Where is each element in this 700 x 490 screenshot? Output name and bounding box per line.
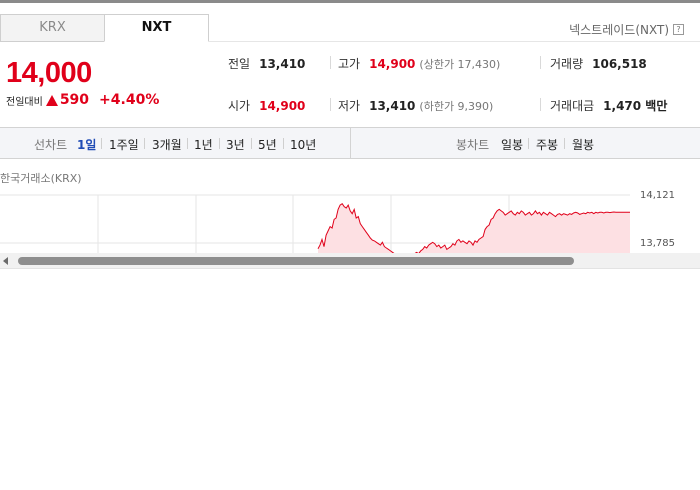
line-chart-label: 선차트 — [34, 138, 68, 152]
stat-volume: 거래량 106,518 — [550, 55, 647, 72]
divider — [330, 98, 331, 111]
y-tick-label: 13,785 — [640, 238, 675, 249]
divider — [540, 56, 541, 69]
up-triangle-icon — [45, 94, 58, 106]
stat-label: 전일 — [228, 57, 251, 71]
stat-value: 13,410 — [369, 99, 416, 113]
divider — [540, 98, 541, 111]
chart-source: 한국거래소(KRX) — [0, 172, 82, 185]
current-price: 14,000 — [6, 57, 92, 89]
divider — [330, 56, 331, 69]
stat-low: 저가 13,410 (하한가 9,390) — [338, 97, 493, 114]
period-3y[interactable]: 3년 — [226, 136, 245, 153]
stat-amount: 거래대금 1,470 백만 — [550, 97, 667, 114]
divider — [187, 138, 188, 149]
stat-value: 106,518 — [592, 57, 647, 71]
period-bar-divider — [350, 128, 351, 158]
stat-upper-limit: (상한가 17,430) — [419, 58, 501, 71]
stat-label: 시가 — [228, 99, 251, 113]
price-chart — [0, 194, 630, 253]
divider — [101, 138, 102, 149]
stat-label: 거래량 — [550, 57, 584, 71]
stat-prev-close: 전일 13,410 — [228, 55, 305, 72]
candle-monthly[interactable]: 월봉 — [572, 136, 594, 153]
help-icon[interactable]: ? — [673, 24, 684, 35]
divider — [283, 138, 284, 149]
scroll-left-arrow-icon[interactable] — [3, 257, 8, 265]
stat-label: 저가 — [338, 99, 361, 113]
period-1w[interactable]: 1주일 — [109, 136, 139, 153]
top-border — [0, 0, 700, 3]
candle-chart-label: 봉차트 — [456, 138, 490, 152]
period-3m[interactable]: 3개월 — [152, 136, 182, 153]
price-change: 전일대비 590 +4.40% — [6, 92, 159, 108]
stat-value: 14,900 — [369, 57, 416, 71]
horizontal-scrollbar[interactable] — [0, 253, 700, 269]
stat-value: 14,900 — [259, 99, 306, 113]
change-rate: +4.40% — [99, 92, 160, 108]
stat-value: 13,410 — [259, 57, 306, 71]
divider — [251, 138, 252, 149]
y-tick-label: 14,121 — [640, 190, 675, 201]
stat-label: 거래대금 — [550, 99, 595, 113]
change-label: 전일대비 — [6, 96, 43, 108]
stat-label: 고가 — [338, 57, 361, 71]
divider — [528, 138, 529, 149]
period-bar: 선차트 1일 1주일 3개월 1년 3년 5년 10년 봉차트 일봉 주봉 월봉 — [0, 127, 700, 159]
market-name-label: 넥스트레이드(NXT) — [569, 23, 669, 37]
candle-daily[interactable]: 일봉 — [501, 136, 523, 153]
period-1d[interactable]: 1일 — [77, 136, 96, 153]
tab-nxt[interactable]: NXT — [104, 14, 209, 42]
candle-weekly[interactable]: 주봉 — [536, 136, 558, 153]
divider — [564, 138, 565, 149]
stat-value: 1,470 백만 — [603, 99, 668, 113]
period-10y[interactable]: 10년 — [290, 136, 316, 153]
stat-lower-limit: (하한가 9,390) — [419, 100, 494, 113]
tab-krx[interactable]: KRX — [0, 14, 104, 42]
tabs-baseline — [209, 41, 700, 42]
market-name: 넥스트레이드(NXT) ? — [569, 21, 684, 38]
divider — [144, 138, 145, 149]
change-value: 590 — [59, 92, 90, 108]
price-area — [318, 203, 630, 253]
period-1y[interactable]: 1년 — [194, 136, 213, 153]
scrollbar-thumb[interactable] — [18, 257, 574, 265]
stat-open: 시가 14,900 — [228, 97, 305, 114]
divider — [219, 138, 220, 149]
period-5y[interactable]: 5년 — [258, 136, 277, 153]
stat-high: 고가 14,900 (상한가 17,430) — [338, 55, 500, 72]
